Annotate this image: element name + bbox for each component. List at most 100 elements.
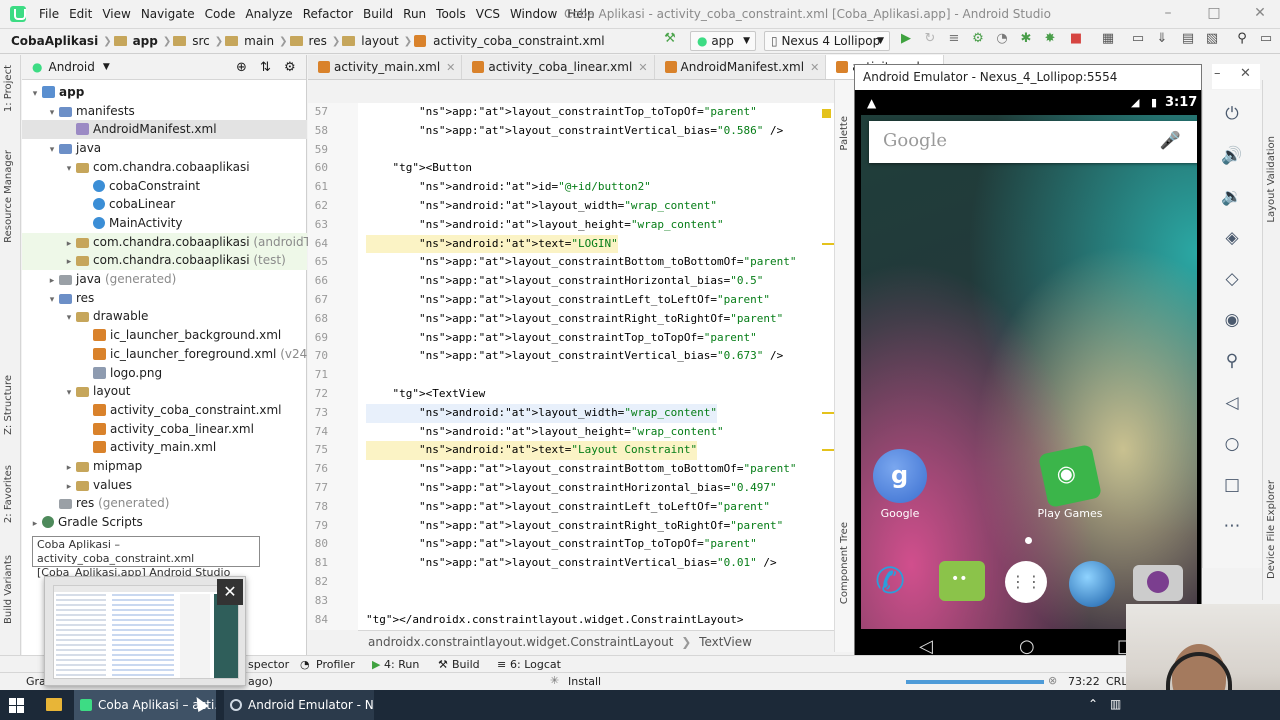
- module-select[interactable]: ● app ▼: [690, 31, 756, 51]
- tree-row[interactable]: ic_launcher_background.xml: [22, 326, 307, 345]
- cancel-progress-icon[interactable]: ⊗: [1048, 674, 1057, 687]
- search-icon[interactable]: ⚲: [1234, 31, 1250, 47]
- emulator-screen[interactable]: ▲ ◢ ▮ 3:17 Google 🎤 g Google ◉ Play Game…: [861, 91, 1197, 669]
- tree-row[interactable]: activity_coba_constraint.xml: [22, 401, 307, 420]
- network-icon[interactable]: ▥: [1110, 697, 1121, 711]
- volume-down-icon[interactable]: 🔉: [1203, 177, 1261, 217]
- device-file-explorer-tab[interactable]: Device File Explorer: [1266, 480, 1277, 579]
- close-icon[interactable]: ✕: [1240, 66, 1251, 81]
- menu-item-refactor[interactable]: Refactor: [298, 7, 358, 21]
- menu-item-vcs[interactable]: VCS: [471, 7, 505, 21]
- tree-row[interactable]: ic_launcher_foreground.xml (v24): [22, 345, 312, 364]
- app-drawer-icon[interactable]: ⋮⋮: [1005, 561, 1047, 603]
- tab-androidmanifest-xml[interactable]: AndroidManifest.xml ✕: [655, 55, 827, 79]
- tray-icon[interactable]: ⌃: [1088, 697, 1098, 711]
- tree-row[interactable]: logo.png: [22, 364, 307, 383]
- zoom-icon[interactable]: ⚲: [1203, 341, 1261, 381]
- sdk-manager-icon[interactable]: ⇓: [1154, 31, 1170, 47]
- tab-activity-coba-linear-xml[interactable]: activity_coba_linear.xml ✕: [462, 55, 655, 79]
- minimize-icon[interactable]: –: [1214, 66, 1221, 81]
- locate-icon[interactable]: ⊕: [236, 60, 247, 75]
- tree-row[interactable]: ▾ layout: [22, 382, 307, 401]
- menu-item-window[interactable]: Window: [505, 7, 562, 21]
- phone-icon[interactable]: ✆: [875, 561, 905, 602]
- close-tab-icon[interactable]: ✕: [638, 61, 647, 74]
- menu-item-run[interactable]: Run: [398, 7, 431, 21]
- breadcrumb-layout[interactable]: layout: [358, 34, 401, 48]
- camera-icon[interactable]: [1133, 565, 1183, 601]
- tab-activity-main-xml[interactable]: activity_main.xml ✕: [308, 55, 463, 79]
- menu-item-navigate[interactable]: Navigate: [136, 7, 200, 21]
- layout-inspector-tab[interactable]: spector: [248, 657, 289, 672]
- logcat-tab[interactable]: 6: Logcat: [510, 657, 561, 672]
- breadcrumb-project[interactable]: CobaAplikasi: [8, 34, 101, 48]
- structure-tool-tab[interactable]: Z: Structure: [3, 375, 14, 435]
- tree-row[interactable]: AndroidManifest.xml: [22, 120, 307, 140]
- breadcrumb-res[interactable]: res: [306, 34, 330, 48]
- device-manager-icon[interactable]: ▭: [1258, 31, 1274, 47]
- taskbar-window-preview[interactable]: ✕: [44, 576, 246, 686]
- hammer-icon[interactable]: ⚒: [662, 31, 678, 47]
- rotate-right-icon[interactable]: ◇: [1203, 259, 1261, 299]
- minimize-icon[interactable]: –: [1148, 0, 1188, 28]
- tree-row[interactable]: ▸ com.chandra.cobaaplikasi (test): [22, 251, 307, 271]
- tree-row[interactable]: ▸ java (generated): [22, 270, 307, 289]
- layout-validation-tab[interactable]: Layout Validation: [1266, 136, 1277, 223]
- tree-row[interactable]: ▸ values: [22, 476, 307, 495]
- play-games-icon[interactable]: ◉: [1037, 443, 1103, 509]
- taskbar-item-emulator[interactable]: Android Emulator - N...: [224, 690, 374, 720]
- build-tab[interactable]: Build: [452, 657, 480, 672]
- breadcrumb-module[interactable]: app: [130, 34, 161, 48]
- line-separator[interactable]: CRL: [1106, 675, 1127, 688]
- rotate-left-icon[interactable]: ◈: [1203, 218, 1261, 258]
- tree-row[interactable]: ▾ com.chandra.cobaaplikasi: [22, 158, 307, 177]
- chevron-down-icon[interactable]: ▼: [103, 62, 110, 72]
- editor-breadcrumb-item[interactable]: TextView: [699, 635, 752, 649]
- close-preview-icon[interactable]: ✕: [217, 579, 243, 605]
- project-structure-icon[interactable]: ▤: [1180, 31, 1196, 47]
- build-variants-tab[interactable]: Build Variants: [3, 555, 14, 624]
- editor-breadcrumb-item[interactable]: androidx.constraintlayout.widget.Constra…: [368, 635, 673, 649]
- tree-row[interactable]: ▾ drawable: [22, 307, 307, 326]
- favorites-tool-tab[interactable]: 2: Favorites: [3, 465, 14, 523]
- menu-item-view[interactable]: View: [97, 7, 135, 21]
- overview-icon[interactable]: □: [1203, 465, 1261, 505]
- tree-row[interactable]: ▸ mipmap: [22, 457, 307, 476]
- menu-item-build[interactable]: Build: [358, 7, 398, 21]
- screenshot-icon[interactable]: ◉: [1203, 300, 1261, 340]
- close-tab-icon[interactable]: ✕: [446, 61, 455, 74]
- sync-icon[interactable]: ▦: [1100, 31, 1116, 47]
- volume-up-icon[interactable]: 🔊: [1203, 136, 1261, 176]
- nav-home-icon[interactable]: ○: [1019, 636, 1035, 657]
- microphone-icon[interactable]: 🎤: [1160, 131, 1181, 151]
- run-tab[interactable]: 4: Run: [384, 657, 419, 672]
- install-status[interactable]: Install: [568, 675, 601, 688]
- device-select[interactable]: ▯ Nexus 4 Lollipop ▼: [764, 31, 890, 51]
- back-icon[interactable]: ◁: [1203, 383, 1261, 423]
- apply-changes-icon[interactable]: ↻: [922, 31, 938, 47]
- tree-row[interactable]: ▾ manifests: [22, 102, 307, 121]
- breadcrumb-src[interactable]: src: [189, 34, 213, 48]
- debug-icon[interactable]: ⚙: [970, 31, 986, 47]
- run-icon[interactable]: ▶: [898, 31, 914, 47]
- tree-row[interactable]: res (generated): [22, 494, 307, 513]
- messaging-icon[interactable]: ••: [939, 561, 985, 601]
- tree-row[interactable]: ▸ com.chandra.cobaaplikasi (androidTest): [22, 232, 332, 252]
- resource-manager-tab[interactable]: Resource Manager: [3, 150, 14, 243]
- palette-tab[interactable]: Palette: [839, 116, 850, 151]
- menu-item-file[interactable]: File: [34, 7, 64, 21]
- tree-row[interactable]: ▾ app: [22, 83, 307, 102]
- component-tree-tab[interactable]: Component Tree: [839, 522, 850, 604]
- attach-debugger-icon[interactable]: ✱: [1018, 31, 1034, 47]
- more-icon[interactable]: ⋯: [1203, 506, 1261, 546]
- profile-icon[interactable]: ◔: [994, 31, 1010, 47]
- maximize-icon[interactable]: □: [1194, 0, 1234, 28]
- tree-row[interactable]: cobaConstraint: [22, 177, 307, 196]
- apply-code-icon[interactable]: ≡: [946, 31, 962, 47]
- gear-icon[interactable]: ⚙: [284, 60, 296, 75]
- caret-position[interactable]: 73:22: [1068, 675, 1100, 688]
- menu-item-tools[interactable]: Tools: [431, 7, 471, 21]
- layout-inspector-icon[interactable]: ▧: [1204, 31, 1220, 47]
- nav-back-icon[interactable]: ◁: [919, 636, 933, 657]
- tree-row[interactable]: MainActivity: [22, 214, 307, 233]
